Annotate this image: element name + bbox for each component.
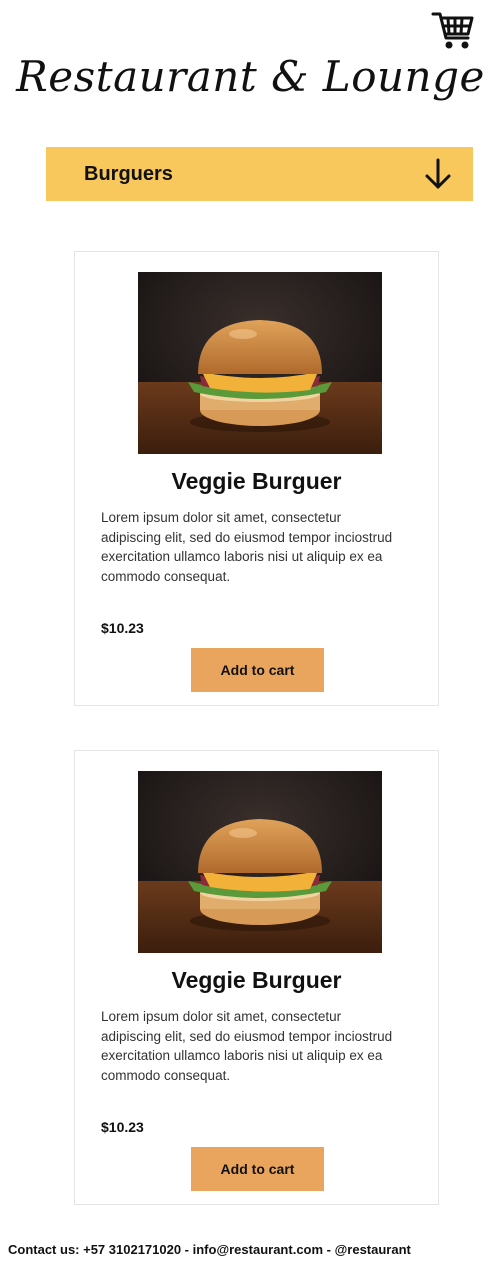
product-description: Lorem ipsum dolor sit amet, consectetur …	[101, 1009, 393, 1083]
product-name: Veggie Burguer	[171, 967, 342, 993]
product-description: Lorem ipsum dolor sit amet, consectetur …	[101, 510, 393, 584]
arrow-down-icon	[425, 158, 451, 189]
category-label: Burguers	[84, 162, 173, 185]
burger-image	[138, 771, 382, 953]
add-to-cart-button[interactable]: Add to cart	[191, 648, 324, 692]
shopping-cart-icon[interactable]	[430, 8, 476, 52]
product-card: Veggie Burguer Lorem ipsum dolor sit ame…	[74, 750, 439, 1205]
burger-image	[138, 272, 382, 454]
brand-title: Restaurant & Lounge	[16, 52, 485, 101]
product-card: Veggie Burguer Lorem ipsum dolor sit ame…	[74, 251, 439, 706]
product-price: $10.23	[101, 620, 144, 636]
category-dropdown[interactable]: Burguers	[46, 147, 473, 201]
shopping-cart-icon-graphic	[431, 12, 474, 49]
footer-contact: Contact us: +57 3102171020 - info@restau…	[8, 1242, 411, 1257]
add-to-cart-button[interactable]: Add to cart	[191, 1147, 324, 1191]
product-price: $10.23	[101, 1119, 144, 1135]
page: Restaurant & Lounge Burguers Veggie Burg…	[0, 0, 501, 1262]
product-name: Veggie Burguer	[171, 468, 342, 494]
